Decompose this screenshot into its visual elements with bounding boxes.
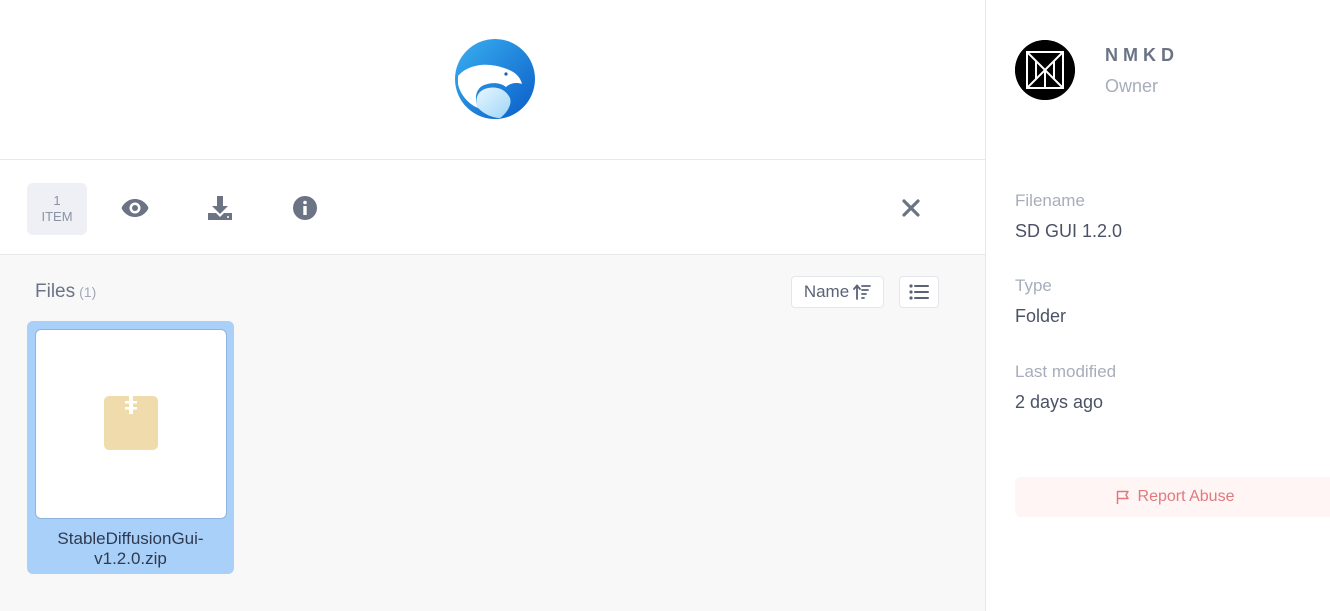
preview-button[interactable] <box>120 193 150 223</box>
info-button[interactable] <box>290 193 320 223</box>
eye-icon <box>121 199 149 217</box>
close-button[interactable] <box>896 193 926 223</box>
main-panel: 1 ITEM Files (1) Name StableDiffusionGui… <box>0 0 985 611</box>
report-abuse-button[interactable]: Report Abuse <box>1015 477 1330 517</box>
avatar[interactable] <box>1015 40 1075 100</box>
file-item[interactable]: StableDiffusionGui-v1.2.0.zip <box>27 321 234 574</box>
type-value: Folder <box>1015 306 1067 326</box>
selection-count-badge: 1 ITEM <box>27 183 87 235</box>
files-count: (1) <box>79 284 97 300</box>
sort-label: Name <box>803 282 850 301</box>
owner-role: Owner <box>1105 76 1159 96</box>
nmkd-logo-icon <box>1015 40 1075 100</box>
files-title: Files <box>35 281 76 302</box>
file-name: StableDiffusionGui-v1.2.0.zip <box>57 529 204 568</box>
last-modified-label: Last modified <box>1015 362 1117 381</box>
type-label: Type <box>1015 276 1052 295</box>
info-icon <box>293 196 317 220</box>
download-button[interactable] <box>205 193 235 223</box>
sort-ascending-icon <box>853 284 872 300</box>
owner-name[interactable]: NMKD <box>1105 45 1179 66</box>
zip-archive-icon <box>104 396 158 450</box>
download-icon <box>208 196 232 220</box>
selection-count-label: ITEM <box>41 209 73 224</box>
report-abuse-label: Report Abuse <box>1137 488 1235 505</box>
selection-count-number: 1 <box>53 193 61 208</box>
sort-by-name-button[interactable]: Name <box>791 276 884 308</box>
polar-bear-logo-icon[interactable] <box>454 38 536 120</box>
last-modified-value: 2 days ago <box>1015 392 1104 412</box>
filename-value: SD GUI 1.2.0 <box>1015 221 1123 241</box>
file-thumbnail <box>35 329 227 519</box>
list-view-button[interactable] <box>899 276 939 308</box>
filename-label: Filename <box>1015 191 1085 210</box>
files-heading: Files (1) <box>35 281 96 303</box>
flag-icon <box>1116 490 1129 504</box>
close-icon <box>902 199 920 217</box>
list-view-icon <box>909 284 929 300</box>
